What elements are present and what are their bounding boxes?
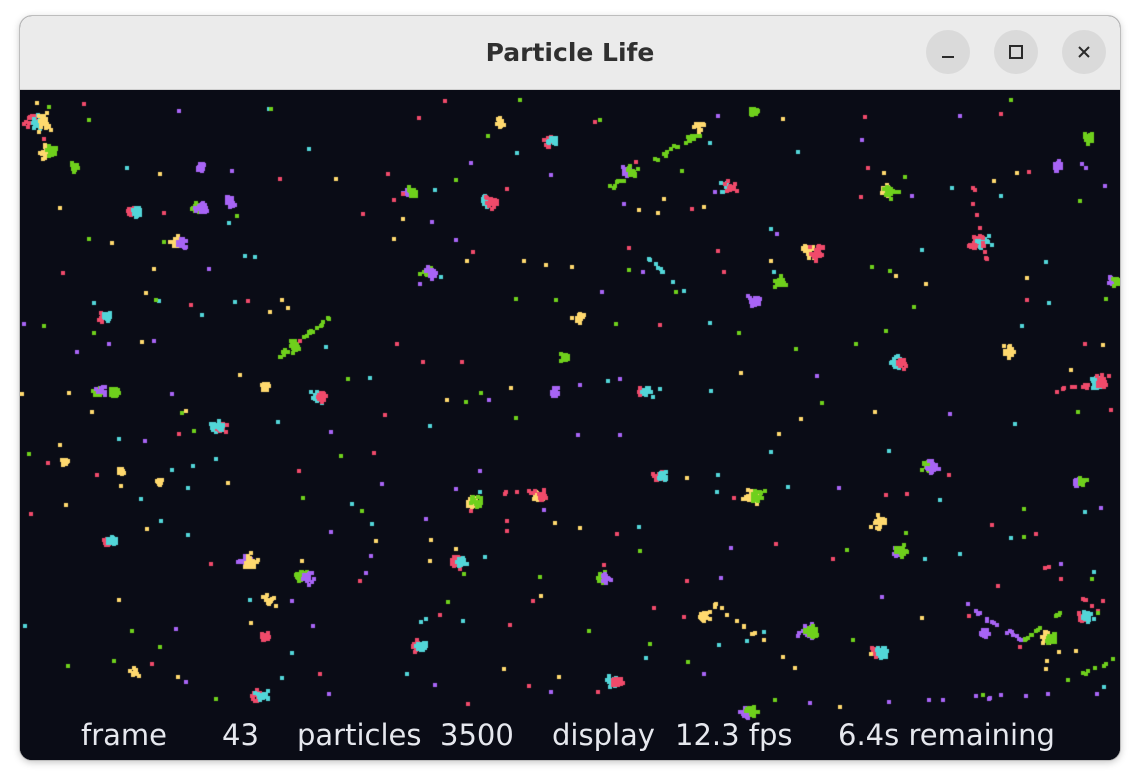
remaining-time: 6.4s remaining xyxy=(838,718,1055,752)
app-window: Particle Life frame 43 particles 3500 di… xyxy=(20,16,1120,760)
particles-label: particles xyxy=(297,718,422,752)
close-icon xyxy=(1076,44,1092,60)
title-bar[interactable]: Particle Life xyxy=(20,16,1120,90)
display-label: display xyxy=(552,718,655,752)
particle-canvas[interactable] xyxy=(20,90,1120,760)
frame-value: 43 xyxy=(222,718,259,752)
maximize-icon xyxy=(1008,44,1024,60)
frame-label: frame xyxy=(81,718,167,752)
close-button[interactable] xyxy=(1062,30,1106,74)
minimize-button[interactable] xyxy=(926,30,970,74)
minimize-icon xyxy=(940,44,956,60)
simulation-view[interactable]: frame 43 particles 3500 display 12.3 fps… xyxy=(20,90,1120,760)
status-bar: frame 43 particles 3500 display 12.3 fps… xyxy=(20,718,1120,754)
maximize-button[interactable] xyxy=(994,30,1038,74)
fps-value: 12.3 fps xyxy=(675,718,793,752)
particles-value: 3500 xyxy=(440,718,514,752)
